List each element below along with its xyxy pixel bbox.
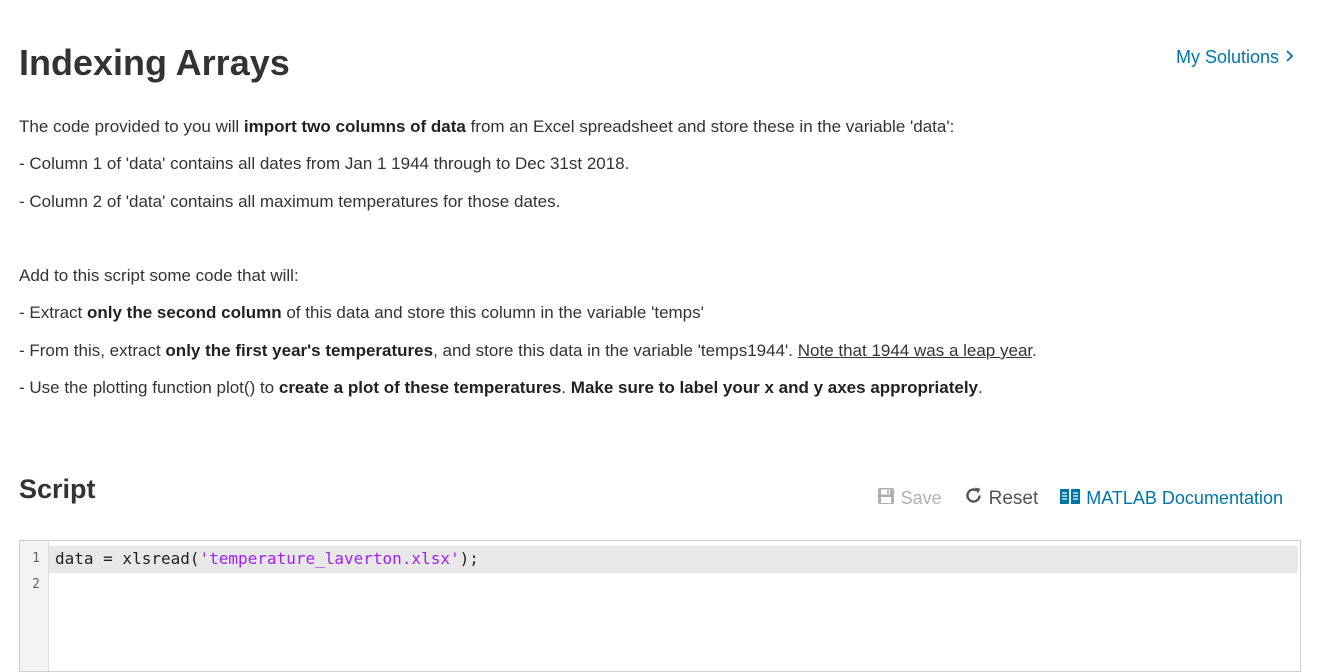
docs-label: MATLAB Documentation [1086,488,1283,508]
leap-year-note: Note that 1944 was a leap year [797,340,1033,360]
my-solutions-label: My Solutions [1175,47,1279,67]
code-editor[interactable]: 1 data = xlsread('temperature_laverton.x… [19,540,1301,672]
line-number: 1 [32,551,40,566]
desc-task-extract: - Extract only the second column of this… [19,303,704,323]
chevron-right-icon [1285,47,1295,68]
problem-description: The code provided to you will import two… [19,117,1299,415]
floppy-disk-icon [877,487,895,510]
desc-paragraph-intro: The code provided to you will import two… [19,117,955,136]
desc-task-intro: Add to this script some code that will: [19,266,299,286]
desc-column2: - Column 2 of 'data' contains all maximu… [19,191,561,211]
line-number: 2 [32,577,40,592]
book-icon [1060,488,1081,510]
save-button[interactable]: Save [877,487,942,510]
desc-task-plot: - Use the plotting function plot() to cr… [19,378,983,398]
code-line[interactable]: 1 data = xlsread('temperature_laverton.x… [20,541,1300,573]
script-toolbar: Save Reset MATLAB Documentation [855,486,1283,511]
my-solutions-link[interactable]: My Solutions [1176,47,1295,68]
string-literal: 'temperature_laverton.xlsx' [199,549,460,568]
desc-spacer [19,229,1299,266]
refresh-icon [964,486,983,511]
code-line[interactable]: 2 [20,568,1300,593]
script-title: Script [19,474,96,504]
code-text[interactable]: data = xlsread('temperature_laverton.xls… [55,549,479,568]
save-label: Save [900,488,942,508]
reset-label: Reset [988,487,1039,509]
matlab-documentation-button[interactable]: MATLAB Documentation [1060,488,1283,510]
desc-column1: - Column 1 of 'data' contains all dates … [19,154,630,174]
desc-task-first-year: - From this, extract only the first year… [19,340,1037,360]
page-title: Indexing Arrays [19,42,290,83]
reset-button[interactable]: Reset [964,486,1039,511]
